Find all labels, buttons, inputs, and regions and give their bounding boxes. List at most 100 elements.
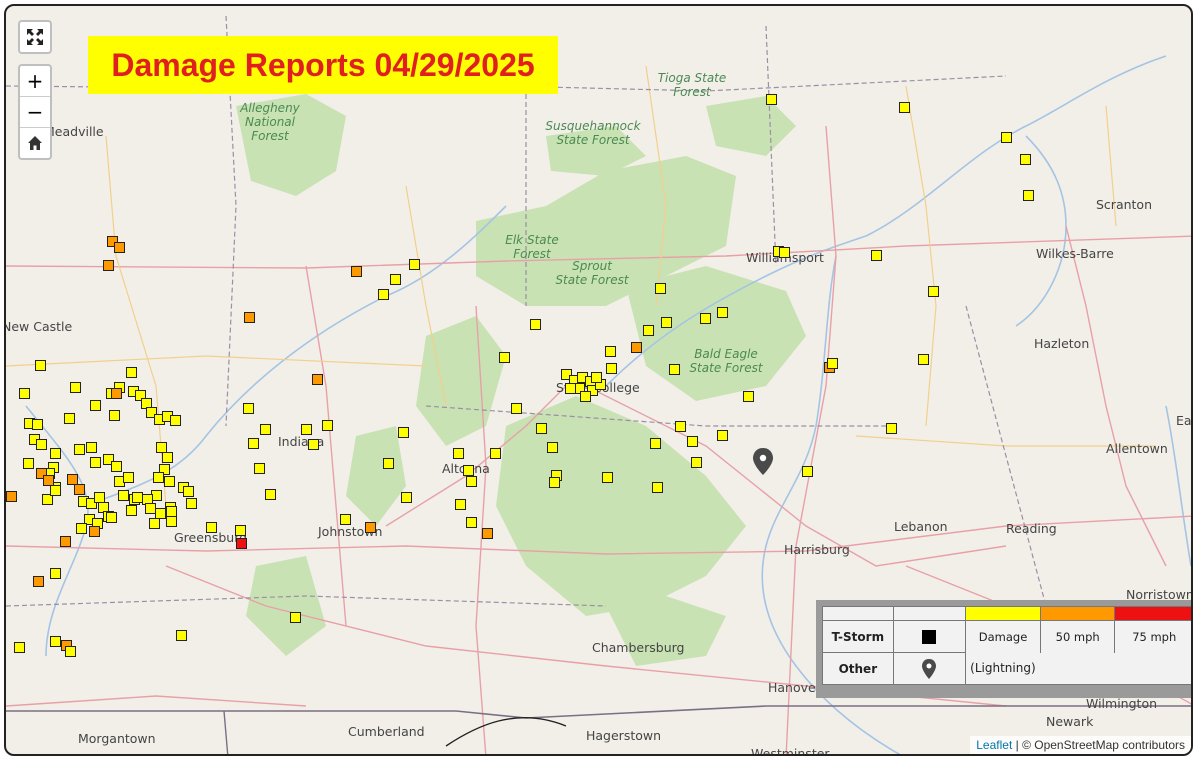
damage-report-marker[interactable] [36,439,47,450]
report-50mph-marker[interactable] [33,576,44,587]
damage-report-marker[interactable] [643,325,654,336]
damage-report-marker[interactable] [243,403,254,414]
damage-report-marker[interactable] [340,514,351,525]
zoom-in-button[interactable]: + [20,66,50,96]
report-50mph-marker[interactable] [6,491,17,502]
damage-report-marker[interactable] [64,413,75,424]
report-50mph-marker[interactable] [43,475,54,486]
damage-report-marker[interactable] [1001,132,1012,143]
damage-report-marker[interactable] [265,489,276,500]
damage-report-marker[interactable] [126,367,137,378]
home-button[interactable] [20,127,50,158]
damage-report-marker[interactable] [918,354,929,365]
damage-report-marker[interactable] [580,391,591,402]
damage-report-marker[interactable] [490,448,501,459]
report-50mph-marker[interactable] [312,374,323,385]
damage-report-marker[interactable] [779,247,790,258]
damage-report-marker[interactable] [149,518,160,529]
damage-report-marker[interactable] [164,476,175,487]
damage-report-marker[interactable] [652,482,663,493]
report-50mph-marker[interactable] [244,312,255,323]
damage-report-marker[interactable] [106,512,117,523]
damage-report-marker[interactable] [691,457,702,468]
zoom-out-button[interactable]: − [20,96,50,127]
fullscreen-button[interactable] [20,22,50,52]
damage-report-marker[interactable] [605,346,616,357]
damage-report-marker[interactable] [50,448,61,459]
damage-report-marker[interactable] [606,363,617,374]
damage-report-marker[interactable] [463,465,474,476]
damage-report-marker[interactable] [530,319,541,330]
report-50mph-marker[interactable] [74,484,85,495]
damage-report-marker[interactable] [32,419,43,430]
damage-report-marker[interactable] [886,423,897,434]
damage-report-marker[interactable] [655,283,666,294]
damage-report-marker[interactable] [565,383,576,394]
damage-report-marker[interactable] [591,372,602,383]
damage-report-marker[interactable] [50,568,61,579]
damage-report-marker[interactable] [183,486,194,497]
damage-report-marker[interactable] [109,410,120,421]
damage-report-marker[interactable] [1023,190,1034,201]
fullscreen-control[interactable] [18,20,52,54]
damage-report-marker[interactable] [409,259,420,270]
damage-report-marker[interactable] [390,274,401,285]
damage-report-marker[interactable] [123,472,134,483]
leaflet-link[interactable]: Leaflet [976,738,1012,752]
damage-report-marker[interactable] [453,448,464,459]
damage-report-marker[interactable] [35,360,46,371]
damage-report-marker[interactable] [743,391,754,402]
damage-report-marker[interactable] [19,388,30,399]
damage-report-marker[interactable] [76,523,87,534]
report-50mph-marker[interactable] [365,522,376,533]
damage-report-marker[interactable] [1020,154,1031,165]
report-50mph-marker[interactable] [351,266,362,277]
damage-report-marker[interactable] [14,642,25,653]
damage-report-marker[interactable] [669,364,680,375]
damage-report-marker[interactable] [235,525,246,536]
damage-report-marker[interactable] [687,436,698,447]
damage-report-marker[interactable] [50,636,61,647]
damage-report-marker[interactable] [176,630,187,641]
damage-report-marker[interactable] [111,461,122,472]
report-50mph-marker[interactable] [103,260,114,271]
damage-report-marker[interactable] [401,492,412,503]
damage-report-marker[interactable] [717,430,728,441]
damage-report-marker[interactable] [455,499,466,510]
damage-report-marker[interactable] [90,400,101,411]
damage-report-marker[interactable] [899,102,910,113]
damage-report-marker[interactable] [170,415,181,426]
damage-report-marker[interactable] [206,522,217,533]
damage-report-marker[interactable] [650,438,661,449]
damage-report-marker[interactable] [132,492,143,503]
damage-report-marker[interactable] [536,423,547,434]
damage-report-marker[interactable] [301,424,312,435]
damage-report-marker[interactable] [162,452,173,463]
damage-report-marker[interactable] [871,250,882,261]
report-50mph-marker[interactable] [114,242,125,253]
damage-report-marker[interactable] [23,458,34,469]
damage-report-marker[interactable] [717,307,728,318]
report-50mph-marker[interactable] [482,528,493,539]
damage-report-marker[interactable] [802,466,813,477]
damage-report-marker[interactable] [322,420,333,431]
damage-report-marker[interactable] [466,517,477,528]
damage-report-marker[interactable] [549,477,560,488]
damage-report-marker[interactable] [547,442,558,453]
damage-report-marker[interactable] [260,424,271,435]
damage-report-marker[interactable] [700,313,711,324]
damage-report-marker[interactable] [308,439,319,450]
damage-report-marker[interactable] [378,289,389,300]
damage-report-marker[interactable] [186,498,197,509]
damage-report-marker[interactable] [254,463,265,474]
map-container[interactable]: MeadvilleNew CastleIndianaAltoonaState C… [4,4,1193,756]
damage-report-marker[interactable] [511,403,522,414]
report-50mph-marker[interactable] [111,388,122,399]
report-75mph-marker[interactable] [236,538,247,549]
damage-report-marker[interactable] [827,358,838,369]
damage-report-marker[interactable] [499,352,510,363]
damage-report-marker[interactable] [90,457,101,468]
damage-report-marker[interactable] [928,286,939,297]
lightning-pin-marker[interactable] [753,448,773,475]
damage-report-marker[interactable] [74,444,85,455]
